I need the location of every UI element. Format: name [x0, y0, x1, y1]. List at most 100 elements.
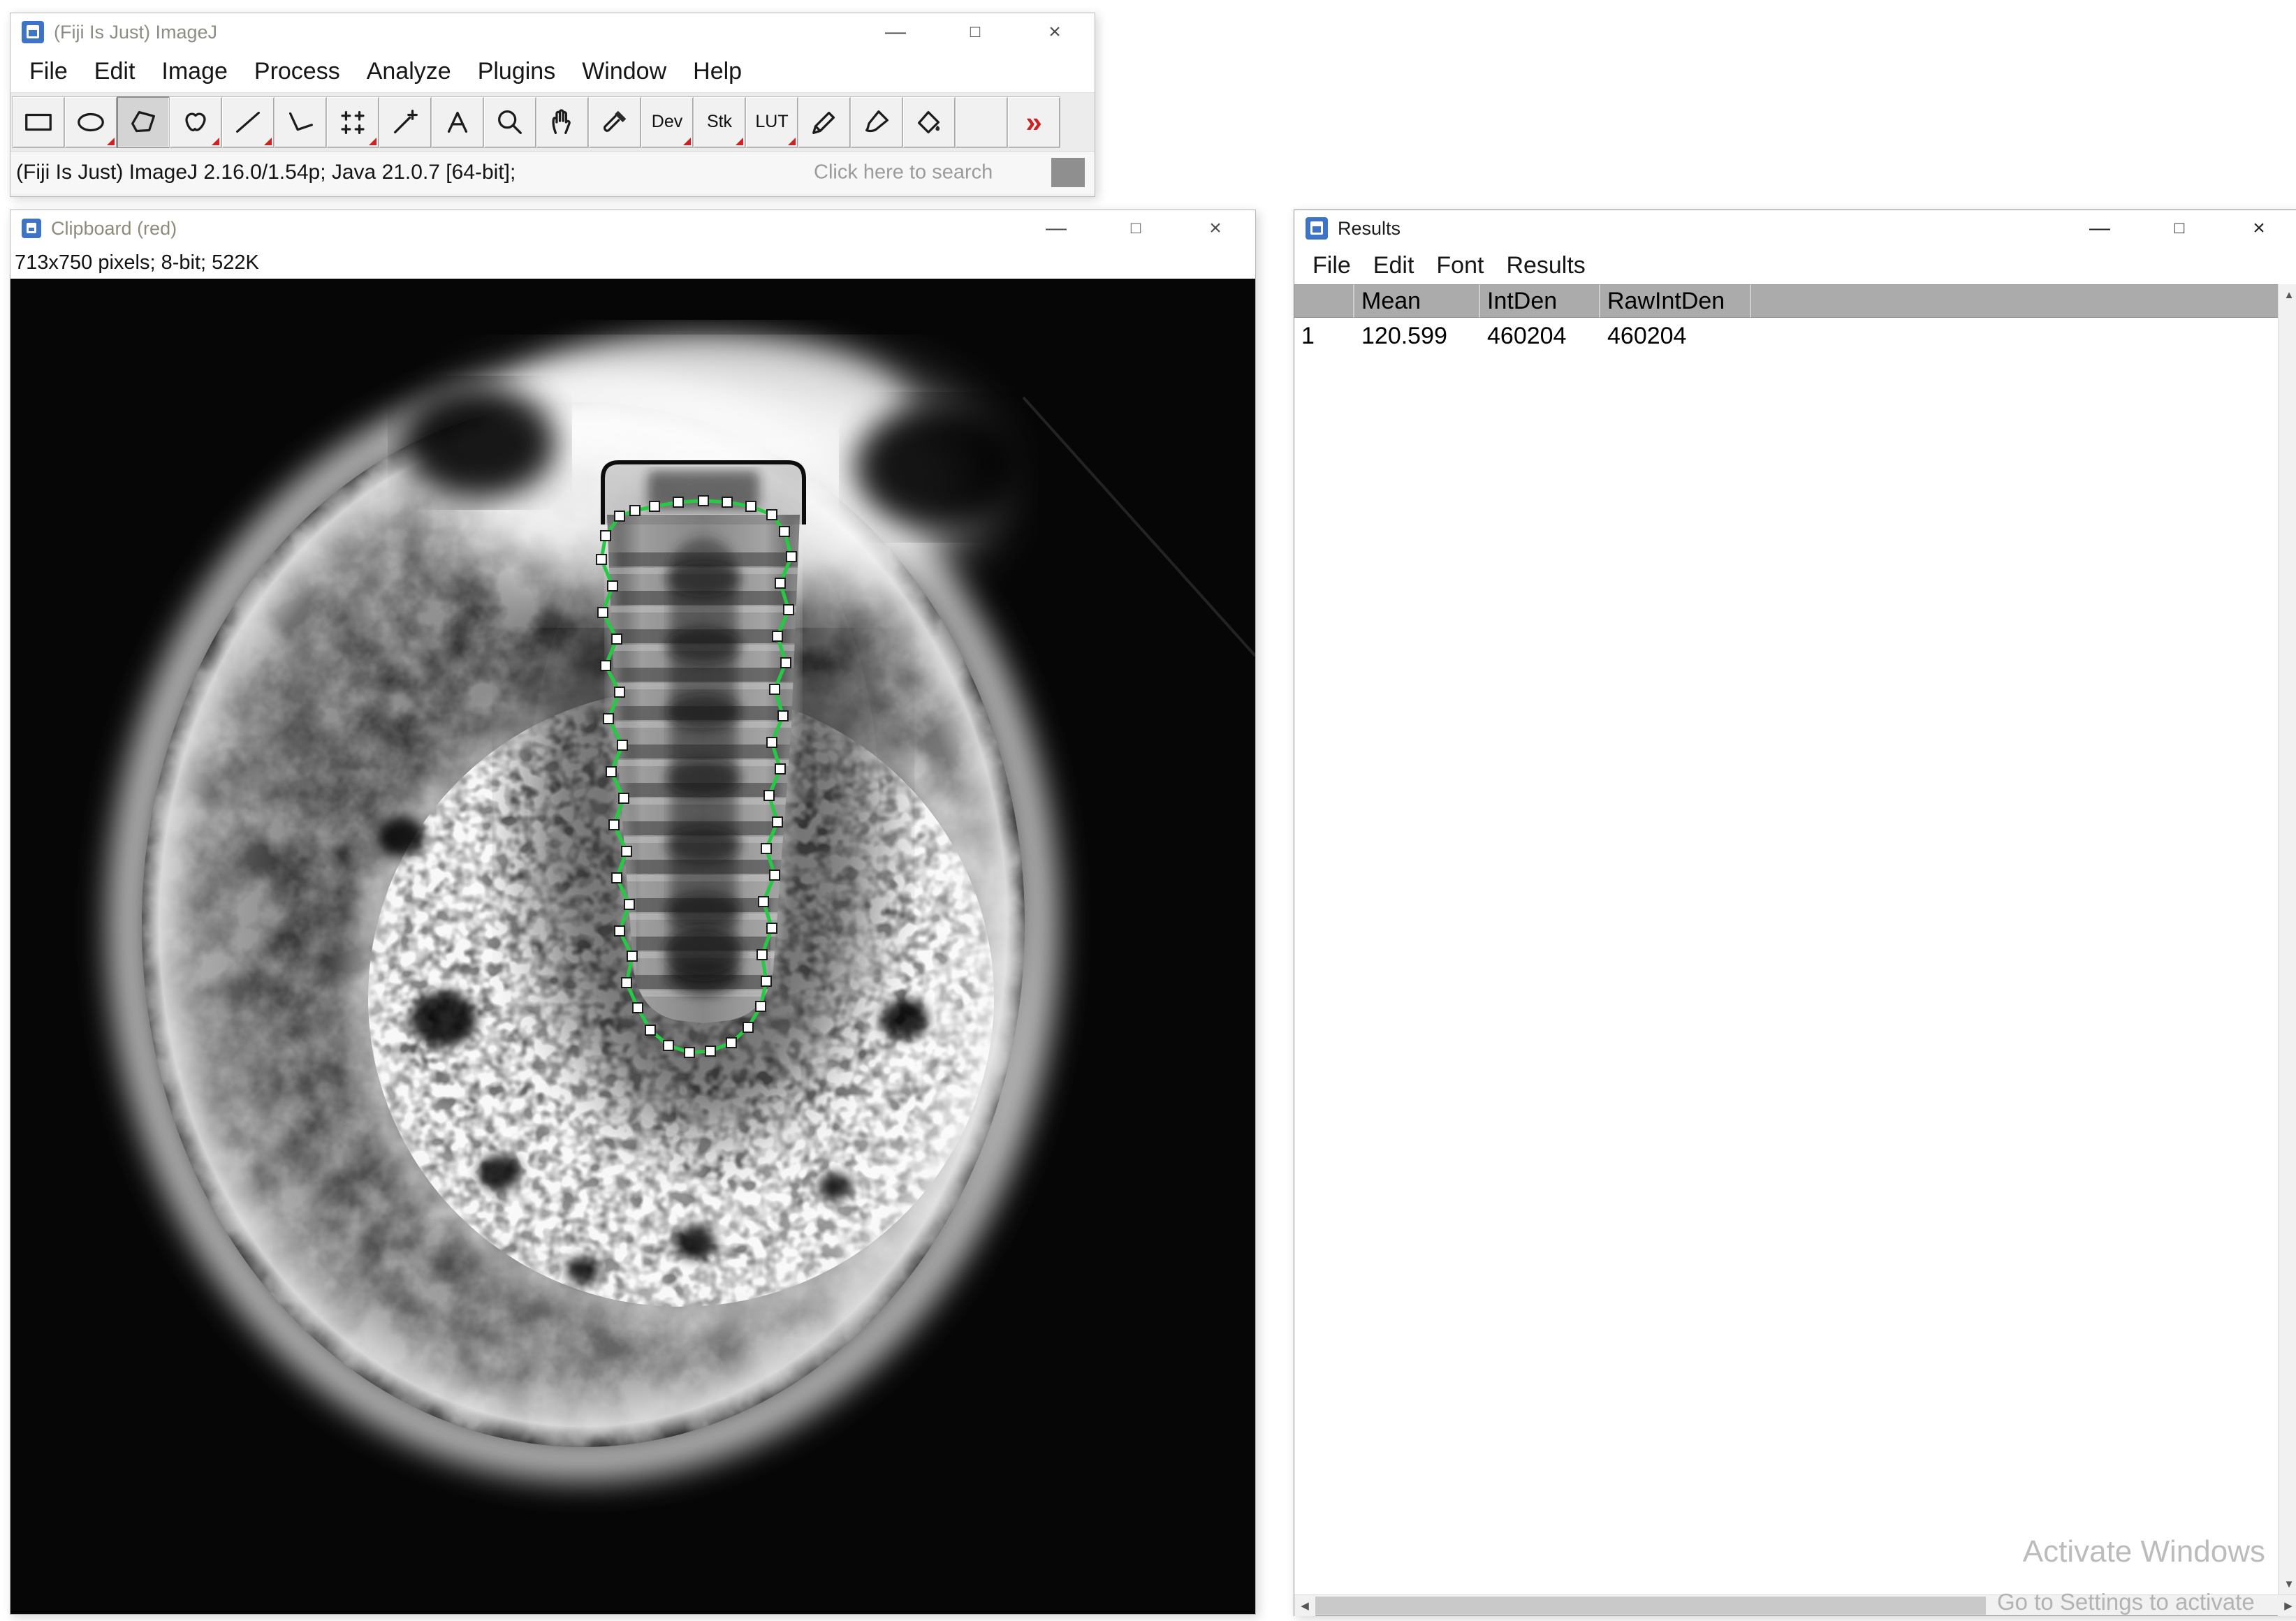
tool-text[interactable]: [431, 96, 484, 148]
selection-handle[interactable]: [609, 820, 619, 830]
menu-process[interactable]: Process: [241, 58, 353, 85]
selection-handle[interactable]: [633, 1003, 643, 1013]
tool-spare[interactable]: [955, 96, 1008, 148]
selection-handle[interactable]: [699, 496, 708, 506]
tool-freehand[interactable]: [169, 96, 222, 148]
selection-handle[interactable]: [622, 978, 631, 988]
selection-handle[interactable]: [645, 1025, 655, 1035]
horizontal-scrollbar-thumb[interactable]: [1315, 1597, 1986, 1615]
tool-pencil[interactable]: [798, 96, 851, 148]
close-button[interactable]: ×: [1176, 210, 1255, 247]
selection-handle[interactable]: [624, 900, 634, 909]
selection-handle[interactable]: [743, 1022, 753, 1032]
tool-wand[interactable]: [379, 96, 432, 148]
scroll-up-icon[interactable]: ▲: [2279, 284, 2296, 305]
selection-handle[interactable]: [767, 510, 777, 520]
selection-handle[interactable]: [685, 1048, 694, 1057]
minimize-button[interactable]: —: [2060, 210, 2140, 247]
selection-handle[interactable]: [604, 714, 613, 724]
tool-lut[interactable]: LUT: [745, 96, 798, 148]
column-header-mean[interactable]: Mean: [1354, 284, 1480, 318]
selection-handle[interactable]: [746, 501, 756, 511]
tool-zoom[interactable]: [483, 96, 536, 148]
selection-handle[interactable]: [781, 658, 791, 668]
selection-handle[interactable]: [767, 738, 777, 747]
vertical-scrollbar[interactable]: ▲ ▼: [2278, 284, 2296, 1594]
selection-handle[interactable]: [601, 531, 610, 541]
menu-window[interactable]: Window: [569, 58, 680, 85]
selection-handle[interactable]: [615, 687, 624, 697]
tool-dev[interactable]: Dev: [641, 96, 694, 148]
selection-handle[interactable]: [608, 581, 617, 591]
selection-handle[interactable]: [650, 501, 659, 511]
selection-handle[interactable]: [759, 897, 768, 907]
maximize-button[interactable]: □: [1096, 210, 1176, 247]
menu-edit[interactable]: Edit: [1362, 252, 1426, 279]
selection-handle[interactable]: [619, 793, 629, 803]
tool-polygon[interactable]: [117, 96, 170, 148]
scroll-down-icon[interactable]: ▼: [2279, 1574, 2296, 1594]
tool-stk[interactable]: Stk: [693, 96, 746, 148]
results-title-bar[interactable]: Results — □ ×: [1294, 210, 2296, 247]
selection-handle[interactable]: [780, 527, 789, 536]
close-button[interactable]: ×: [2219, 210, 2296, 247]
selection-handle[interactable]: [775, 578, 785, 588]
selection-handle[interactable]: [606, 767, 616, 777]
selection-handle[interactable]: [630, 506, 640, 515]
selection-handle[interactable]: [598, 608, 608, 617]
tool-oval[interactable]: [64, 96, 117, 148]
selection-handle[interactable]: [622, 846, 631, 856]
selection-handle[interactable]: [761, 976, 771, 986]
tool-more[interactable]: »: [1007, 96, 1060, 148]
tool-hand[interactable]: [536, 96, 589, 148]
menu-help[interactable]: Help: [680, 58, 755, 85]
tool-point[interactable]: [326, 96, 379, 148]
menu-image[interactable]: Image: [148, 58, 241, 85]
tool-dropper[interactable]: [588, 96, 641, 148]
selection-handle[interactable]: [773, 631, 782, 641]
selection-handle[interactable]: [787, 552, 796, 562]
table-row[interactable]: 1 120.599 460204 460204: [1294, 318, 2278, 354]
selection-handle[interactable]: [615, 926, 624, 936]
close-button[interactable]: ×: [1015, 13, 1095, 51]
selection-handle[interactable]: [726, 1038, 736, 1048]
menu-file[interactable]: File: [1301, 252, 1362, 279]
selection-handle[interactable]: [617, 740, 627, 750]
clipboard-title-bar[interactable]: Clipboard (red) — □ ×: [10, 210, 1255, 247]
menu-analyze[interactable]: Analyze: [353, 58, 465, 85]
menu-edit[interactable]: Edit: [81, 58, 149, 85]
menu-plugins[interactable]: Plugins: [465, 58, 569, 85]
scroll-left-icon[interactable]: ◀: [1294, 1595, 1315, 1616]
selection-handle[interactable]: [612, 634, 622, 644]
scroll-right-icon[interactable]: ▶: [2278, 1595, 2296, 1616]
selection-handle[interactable]: [673, 497, 683, 507]
selection-handle[interactable]: [761, 844, 771, 853]
main-title-bar[interactable]: (Fiji Is Just) ImageJ — □ ×: [10, 13, 1095, 51]
selection-handle[interactable]: [705, 1046, 715, 1056]
tool-fill[interactable]: [902, 96, 956, 148]
selection-handle[interactable]: [601, 661, 610, 670]
selection-handle[interactable]: [770, 870, 780, 880]
selection-handle[interactable]: [664, 1041, 673, 1050]
selection-handle[interactable]: [778, 711, 788, 721]
tool-brush[interactable]: [850, 96, 903, 148]
selection-handle[interactable]: [773, 817, 782, 827]
selection-handle[interactable]: [612, 873, 622, 883]
selection-handle[interactable]: [775, 764, 785, 774]
tool-line[interactable]: [221, 96, 275, 148]
minimize-button[interactable]: —: [856, 13, 935, 51]
image-canvas[interactable]: [10, 279, 1255, 1614]
selection-handle[interactable]: [627, 951, 637, 961]
selection-handle[interactable]: [784, 605, 794, 615]
column-header-rawintden[interactable]: RawIntDen: [1600, 284, 1751, 318]
selection-handle[interactable]: [770, 684, 780, 694]
maximize-button[interactable]: □: [2140, 210, 2219, 247]
selection-handle[interactable]: [757, 950, 767, 960]
tool-rectangle[interactable]: [12, 96, 65, 148]
selection-handle[interactable]: [722, 497, 732, 507]
column-header-intden[interactable]: IntDen: [1480, 284, 1600, 318]
xray-image[interactable]: [10, 279, 1255, 1614]
selection-handle[interactable]: [615, 511, 624, 521]
selection-handle[interactable]: [767, 923, 777, 933]
menu-file[interactable]: File: [16, 58, 81, 85]
